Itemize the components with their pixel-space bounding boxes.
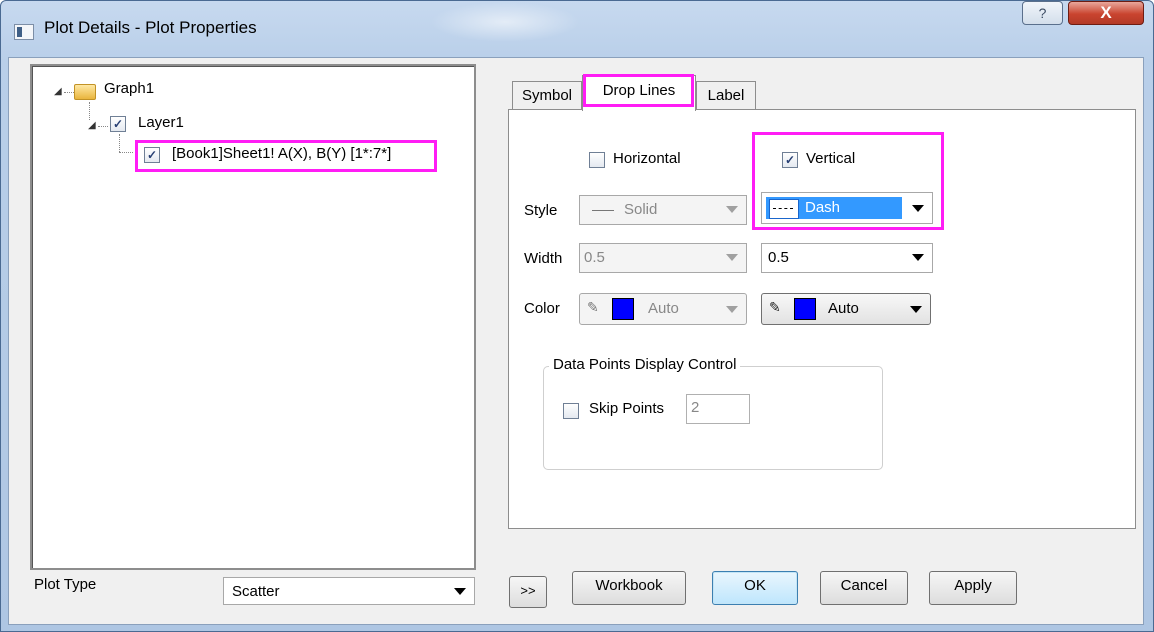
color-label: Color [524,300,560,317]
pencil-icon: ✎ [769,299,781,315]
tree-connector [98,126,108,127]
dash-swatch [769,199,799,219]
chevron-down-icon [726,206,738,213]
data-points-group-title: Data Points Display Control [549,356,741,373]
window-title: Plot Details - Plot Properties [44,18,257,37]
folder-icon [74,84,96,100]
tree-connector [89,102,90,120]
expand-button[interactable]: >> [509,576,547,608]
plot-tree[interactable]: ◢ Graph1 ◢ ✓ Layer1 ✓ [Book1]Sheet1! A(X… [30,64,476,570]
tree-connector [64,92,74,93]
apply-button[interactable]: Apply [929,571,1017,605]
help-button[interactable]: ? [1022,1,1063,25]
pencil-icon: ✎ [587,299,599,315]
app-icon [14,24,34,40]
width-label: Width [524,250,563,267]
solid-line-icon [592,210,614,211]
skip-points-label: Skip Points [589,400,665,417]
chevron-down-icon [726,254,738,261]
dash-line-icon [773,208,793,209]
workbook-button[interactable]: Workbook [572,571,686,605]
tree-connector [119,152,133,153]
layer1-checkbox[interactable]: ✓ [110,116,126,132]
tab-symbol[interactable]: Symbol [512,81,582,110]
title-bar-glow [430,2,580,42]
skip-points-input[interactable]: 2 [686,394,750,424]
tree-item-graph1[interactable]: Graph1 [104,80,154,97]
vertical-style-select[interactable]: Dash [761,192,933,224]
horizontal-color-value: Auto [648,300,679,317]
horizontal-label: Horizontal [613,150,681,167]
vertical-color-button[interactable]: ✎ Auto [761,293,931,325]
check-icon: ✓ [784,153,796,167]
chevron-down-icon [726,306,738,313]
vertical-width-value: 0.5 [768,249,789,266]
tree-item-layer1[interactable]: Layer1 [138,114,184,131]
collapse-graph-icon[interactable]: ◢ [54,86,62,97]
horizontal-style-value: Solid [624,201,658,218]
cancel-button[interactable]: Cancel [820,571,908,605]
horizontal-style-select[interactable]: Solid [579,195,747,225]
horizontal-width-select[interactable]: 0.5 [579,243,747,273]
plot-checkbox[interactable]: ✓ [144,147,160,163]
collapse-layer-icon[interactable]: ◢ [88,120,96,131]
vertical-width-select[interactable]: 0.5 [761,243,933,273]
vertical-label: Vertical [806,150,856,167]
chevron-down-icon [910,306,922,313]
chevron-down-icon [454,588,466,595]
tab-label-label: Label [707,87,745,104]
skip-points-checkbox[interactable] [563,403,579,419]
vertical-color-value: Auto [828,300,859,317]
chevron-down-icon [912,205,924,212]
active-tab-highlight [583,74,694,107]
chevron-down-icon [912,254,924,261]
horizontal-width-value: 0.5 [584,249,605,266]
drop-lines-panel: Horizontal ✓ Vertical Style Solid Dash W… [508,109,1136,529]
check-icon: ✓ [146,148,158,162]
tab-symbol-label: Symbol [521,87,573,104]
check-icon: ✓ [112,117,124,131]
plot-type-select[interactable]: Scatter [223,577,475,605]
close-button[interactable]: X [1068,1,1144,25]
plot-type-label: Plot Type [34,576,97,593]
color-swatch [612,298,634,320]
tree-item-plot[interactable]: [Book1]Sheet1! A(X), B(Y) [1*:7*] [172,145,391,162]
tree-connector [119,134,120,152]
ok-button[interactable]: OK [712,571,798,605]
horizontal-color-button[interactable]: ✎ Auto [579,293,747,325]
vertical-checkbox[interactable]: ✓ [782,152,798,168]
color-swatch [794,298,816,320]
vertical-style-value: Dash [805,199,841,216]
tab-label[interactable]: Label [696,81,756,110]
plot-type-value: Scatter [232,583,280,600]
horizontal-checkbox[interactable] [589,152,605,168]
style-label: Style [524,202,558,219]
